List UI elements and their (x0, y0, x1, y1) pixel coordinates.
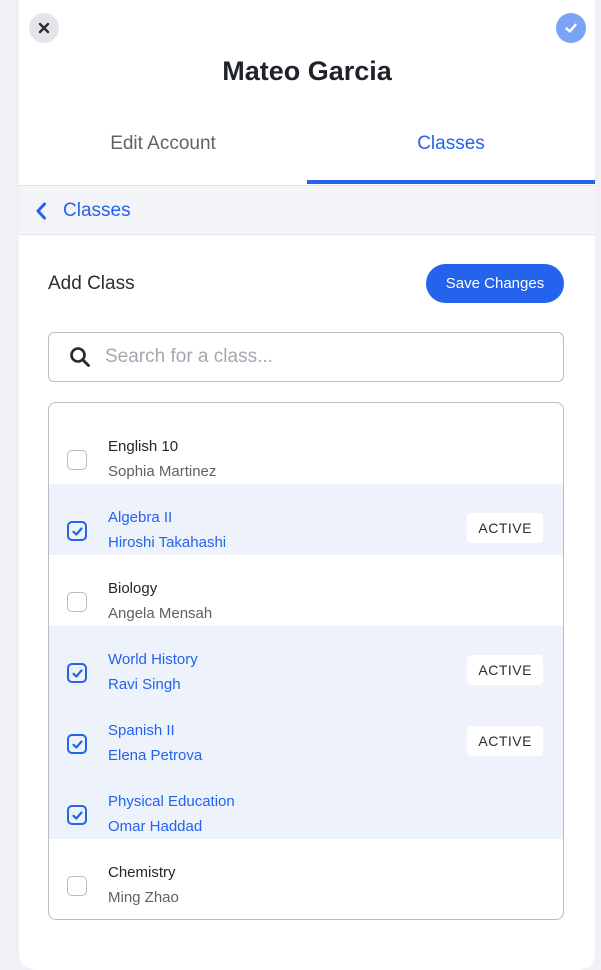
class-name: English 10 (108, 438, 179, 455)
section-title: Add Class (48, 273, 135, 294)
account-modal: Mateo Garcia Edit Account Classes Classe… (19, 0, 595, 970)
status-badge: ACTIVE (467, 726, 543, 756)
check-icon (565, 23, 577, 33)
class-name: Spanish II (108, 722, 175, 739)
checkmark-icon (72, 740, 83, 749)
breadcrumb: Classes (19, 185, 595, 235)
class-row-physical-education[interactable]: Physical Education Omar Haddad (49, 768, 563, 839)
chevron-left-icon (36, 202, 46, 220)
class-teacher: Sophia Martinez (108, 463, 217, 480)
class-name: Physical Education (108, 793, 235, 810)
class-row-spanish-ii[interactable]: Spanish II Elena Petrova ACTIVE (49, 697, 563, 768)
breadcrumb-label: Classes (63, 200, 131, 221)
class-teacher: Omar Haddad (108, 818, 203, 835)
checkmark-icon (72, 669, 83, 678)
page-title: Mateo Garcia (222, 56, 392, 86)
search-input[interactable] (103, 345, 547, 369)
checkmark-icon (72, 527, 83, 536)
class-checkbox[interactable] (67, 876, 87, 896)
confirm-button[interactable] (556, 13, 586, 43)
tab-active-indicator (307, 180, 595, 184)
class-checkbox[interactable] (67, 805, 87, 825)
class-name: Biology (108, 580, 158, 597)
class-teacher: Hiroshi Takahashi (108, 534, 227, 551)
save-changes-button[interactable]: Save Changes (426, 264, 564, 303)
breadcrumb-back-link[interactable]: Classes (35, 199, 131, 223)
class-teacher: Angela Mensah (108, 605, 213, 622)
class-teacher: Ravi Singh (108, 676, 181, 693)
class-row-algebra-ii[interactable]: Algebra II Hiroshi Takahashi ACTIVE (49, 484, 563, 555)
class-checkbox[interactable] (67, 521, 87, 541)
class-name: World History (108, 651, 198, 668)
search-field[interactable] (48, 332, 564, 382)
class-teacher: Ming Zhao (108, 889, 179, 906)
tab-classes[interactable]: Classes (307, 118, 595, 185)
class-checkbox[interactable] (67, 592, 87, 612)
class-checkbox[interactable] (67, 663, 87, 683)
class-checkbox[interactable] (67, 450, 87, 470)
checkmark-icon (72, 811, 83, 820)
status-badge: ACTIVE (467, 655, 543, 685)
class-checkbox[interactable] (67, 734, 87, 754)
class-row-english-10[interactable]: English 10 Sophia Martinez (49, 413, 563, 484)
class-row-chemistry[interactable]: Chemistry Ming Zhao (49, 839, 563, 910)
class-name: Chemistry (108, 864, 176, 881)
tab-edit-account[interactable]: Edit Account (19, 118, 307, 185)
class-list: English 10 Sophia Martinez Algebra II Hi… (48, 402, 564, 920)
class-name: Algebra II (108, 509, 173, 526)
tab-bar: Edit Account Classes (19, 118, 595, 185)
class-teacher: Elena Petrova (108, 747, 203, 764)
status-badge: ACTIVE (467, 513, 543, 543)
class-row-world-history[interactable]: World History Ravi Singh ACTIVE (49, 626, 563, 697)
close-button[interactable] (29, 13, 59, 43)
class-row-biology[interactable]: Biology Angela Mensah (49, 555, 563, 626)
close-icon (38, 22, 50, 34)
search-icon (70, 347, 90, 367)
